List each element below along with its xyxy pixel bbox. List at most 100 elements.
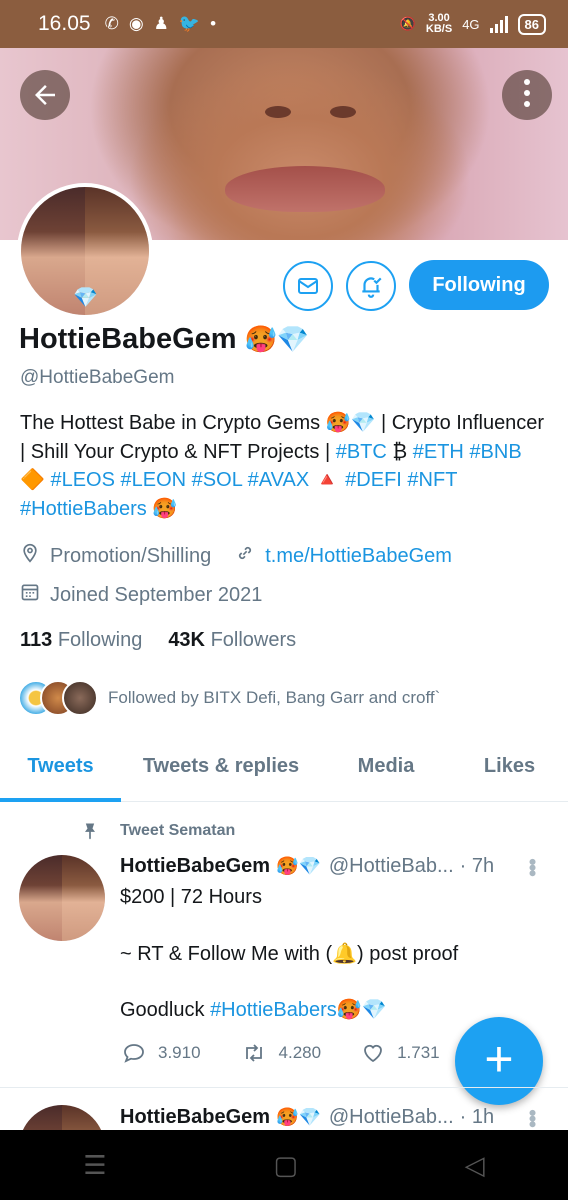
hashtag-link[interactable]: #BTC — [336, 441, 387, 463]
banner-detail — [330, 106, 356, 118]
tweet-time: · 1h — [459, 1106, 495, 1128]
tweet-author-name[interactable]: HottieBabeGem — [120, 855, 270, 878]
tweet-author-handle: @HottieBab... — [328, 1106, 454, 1128]
profile-joined-row: Joined September 2021 — [20, 582, 262, 608]
snapchat-icon: ♟ — [153, 14, 169, 33]
calendar-icon — [20, 582, 40, 608]
profile-location: Promotion/Shilling — [50, 544, 212, 567]
link-icon — [235, 543, 255, 569]
tweet-divider — [0, 1087, 568, 1088]
twitter-icon: 🐦 — [178, 14, 201, 33]
tweet-author-emojis: 🥵💎 — [276, 856, 321, 876]
diamond-icon: 💎 — [73, 287, 98, 309]
tweet-more-icon[interactable]: ••• — [519, 1109, 545, 1126]
tab-tweets-replies[interactable]: Tweets & replies — [121, 744, 321, 801]
profile-website-link[interactable]: t.me/HottieBabeGem — [265, 545, 452, 568]
heart-icon — [364, 1044, 382, 1063]
pin-icon — [85, 823, 95, 840]
retweet-icon — [245, 1044, 262, 1062]
discord-icon: ◉ — [128, 14, 144, 33]
tweet-author-handle: @HottieBab... — [328, 855, 454, 877]
banner-detail — [265, 106, 291, 118]
like-button[interactable]: 1.731 — [361, 1041, 440, 1065]
follower-avatar — [62, 680, 98, 716]
tweet-line: Goodluck #HottieBabers🥵💎 — [120, 999, 387, 1021]
hashtag-link[interactable]: #ETH — [413, 441, 464, 463]
tweet-avatar[interactable] — [19, 1105, 105, 1130]
tweet-actions: 3.910 4.280 1.731 — [122, 1041, 440, 1065]
whatsapp-icon: ✆ — [104, 14, 119, 33]
profile-tabs: Tweets Tweets & replies Media Likes — [0, 744, 568, 802]
profile-stats: 113 Following 43K Followers — [20, 629, 296, 652]
hashtag-link[interactable]: #HottieBabers — [210, 999, 337, 1021]
dot-icon: • — [210, 14, 217, 33]
network-type: 4G — [462, 16, 480, 32]
home-nav-icon[interactable]: ▢ — [273, 1150, 298, 1181]
status-time: 16.05 — [38, 12, 91, 35]
tweet-header: HottieBabeGem 🥵💎 @HottieBab... · 7h ••• — [120, 855, 545, 878]
back-nav-icon[interactable]: ◁ — [465, 1150, 485, 1181]
system-icons: 🔕 3.00 KB/S 4G 86 — [400, 13, 546, 35]
tweet-time: · 7h — [459, 855, 495, 877]
location-icon — [20, 543, 40, 569]
hashtag-link[interactable]: #NFT — [407, 469, 457, 491]
battery-icon: 86 — [517, 13, 546, 35]
hashtag-link[interactable]: #LEON — [121, 469, 187, 491]
hashtag-link[interactable]: #BNB — [469, 441, 521, 463]
tweet-line: $200 | 72 Hours — [120, 886, 262, 908]
signal-icon — [489, 15, 508, 33]
tab-likes[interactable]: Likes — [451, 744, 568, 801]
tweet-more-icon[interactable]: ••• — [519, 858, 545, 875]
arrow-left-icon — [35, 85, 55, 105]
hashtag-link[interactable]: #HottieBabers — [20, 498, 147, 520]
tweet-avatar[interactable] — [19, 855, 105, 941]
bio-text: 🔺 — [309, 469, 346, 491]
tab-tweets[interactable]: Tweets — [0, 744, 121, 802]
tweet-line: ~ RT & Follow Me with (🔔) post proof — [120, 942, 459, 965]
profile-handle: @HottieBabeGem — [20, 367, 175, 388]
banner-detail — [225, 166, 385, 212]
following-button[interactable]: Following — [409, 260, 549, 310]
tweet-header: HottieBabeGem 🥵💎 @HottieBab... · 1h ••• — [120, 1106, 545, 1129]
app-screen: 16.05 ✆ ◉ ♟ 🐦 • 🔕 3.00 KB/S 4G 86 💎 Foll… — [0, 0, 568, 1130]
bio-text: 🔶 — [20, 469, 51, 491]
status-bar: 16.05 ✆ ◉ ♟ 🐦 • 🔕 3.00 KB/S 4G 86 — [0, 0, 568, 48]
profile-joined: Joined September 2021 — [50, 583, 263, 606]
followed-by-text: Followed by BITX Defi, Bang Garr and cro… — [108, 688, 441, 707]
followers-count-link[interactable]: 43K Followers — [168, 629, 296, 652]
more-options-button[interactable] — [502, 70, 552, 120]
network-speed: 3.00 KB/S — [425, 12, 453, 35]
bio-text: 🥵 — [146, 497, 178, 520]
reply-icon — [124, 1044, 144, 1063]
name-emojis: 🥵💎 — [244, 324, 310, 354]
mail-icon — [298, 278, 318, 294]
reply-button[interactable]: 3.910 — [122, 1041, 201, 1065]
following-count-link[interactable]: 113 Following — [20, 629, 142, 652]
retweet-button[interactable]: 4.280 — [241, 1041, 321, 1065]
notification-icons: ✆ ◉ ♟ 🐦 • — [105, 14, 216, 34]
mute-icon: 🔕 — [399, 16, 416, 31]
followed-by-row[interactable]: Followed by BITX Defi, Bang Garr and cro… — [18, 680, 440, 716]
bio-text: ₿ — [386, 440, 413, 463]
tweet-body: $200 | 72 Hours ~ RT & Follow Me with (🔔… — [120, 883, 540, 1025]
compose-tweet-button[interactable]: + — [455, 1017, 543, 1105]
bell-check-icon — [362, 277, 382, 298]
profile-bio: The Hottest Babe in Crypto Gems 🥵💎 | Cry… — [20, 409, 550, 523]
tweet-author-emojis: 🥵💎 — [276, 1107, 321, 1127]
profile-avatar[interactable]: 💎 — [17, 183, 153, 319]
tweet-author-name[interactable]: HottieBabeGem — [120, 1106, 270, 1129]
back-button[interactable] — [20, 70, 70, 120]
profile-meta-row: Promotion/Shilling t.me/HottieBabeGem — [20, 543, 452, 569]
message-button[interactable] — [283, 261, 333, 311]
pinned-tweet-label: Tweet Sematan — [80, 820, 235, 842]
hashtag-link[interactable]: #AVAX — [248, 469, 310, 491]
tab-media[interactable]: Media — [321, 744, 451, 801]
hashtag-link[interactable]: #SOL — [192, 469, 242, 491]
hashtag-link[interactable]: #LEOS — [50, 469, 114, 491]
menu-nav-icon[interactable]: ☰ — [83, 1150, 106, 1181]
android-nav-bar: ☰ ▢ ◁ — [0, 1130, 568, 1200]
profile-name: HottieBabeGem 🥵💎 — [19, 323, 310, 355]
hashtag-link[interactable]: #DEFI — [345, 469, 402, 491]
notifications-button[interactable] — [346, 261, 396, 311]
kebab-icon — [502, 79, 552, 107]
